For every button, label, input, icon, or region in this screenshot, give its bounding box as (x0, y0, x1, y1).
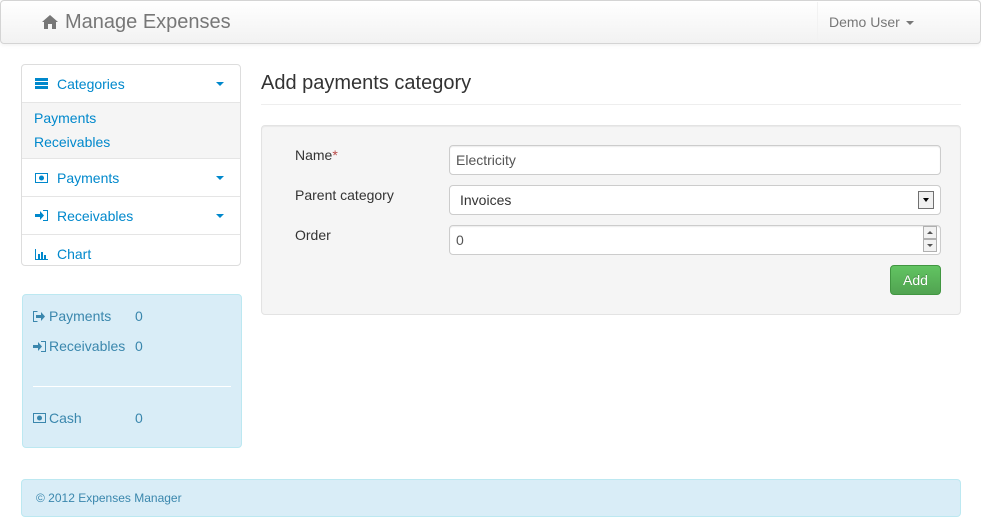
categories-submenu: Payments Receivables (22, 103, 240, 159)
stat-value: 0 (135, 338, 143, 354)
stat-payments: Payments 0 (33, 306, 143, 326)
sidebar-item-payments[interactable]: Payments (22, 159, 240, 197)
sidebar-item-label: Chart (57, 246, 92, 262)
sidebar-item-label: Payments (57, 169, 120, 186)
parent-category-value: Invoices (460, 192, 512, 208)
nav-divider (817, 2, 818, 43)
caret-down-icon (216, 82, 224, 86)
name-field[interactable] (449, 145, 941, 175)
brand-link[interactable]: Manage Expenses (41, 10, 231, 34)
sign-in-icon (35, 210, 51, 221)
page-title: Add payments category (261, 72, 472, 94)
sign-out-icon (33, 310, 49, 322)
category-form: Name* Parent category Invoices Order Add (261, 125, 961, 315)
parent-category-label: Parent category (295, 187, 394, 203)
name-label: Name* (295, 147, 338, 163)
order-field-wrap (262, 225, 960, 255)
stat-label: Payments (49, 308, 112, 324)
list-icon (35, 78, 51, 89)
user-name: Demo User (829, 14, 900, 30)
add-button[interactable]: Add (890, 265, 941, 295)
footer: © 2012 Expenses Manager (21, 479, 961, 517)
required-marker: * (332, 147, 338, 163)
name-label-text: Name (295, 147, 333, 163)
brand-title: Manage Expenses (65, 10, 231, 33)
dropdown-arrow-icon[interactable] (918, 191, 934, 209)
caret-down-icon (216, 176, 224, 180)
navbar: Manage Expenses Demo User (0, 0, 981, 44)
divider (33, 386, 231, 387)
stat-value: 0 (135, 410, 143, 426)
caret-down-icon (216, 214, 224, 218)
money-icon (35, 172, 51, 183)
bar-chart-icon (35, 248, 51, 260)
home-icon (42, 15, 58, 29)
order-field[interactable] (449, 225, 941, 255)
user-menu[interactable]: Demo User (829, 13, 914, 31)
parent-category-select[interactable]: Invoices (449, 185, 941, 215)
title-divider (261, 104, 961, 105)
stat-cash: Cash 0 (33, 408, 143, 428)
footer-text: © 2012 Expenses Manager (36, 491, 182, 505)
sign-in-icon (33, 340, 49, 352)
sidebar-item-categories[interactable]: Categories (22, 65, 240, 103)
stepper-down-icon[interactable] (923, 239, 937, 252)
stat-label: Receivables (49, 338, 126, 354)
money-icon (33, 413, 49, 423)
sidebar-menu: Categories Payments Receivables Payments… (21, 64, 241, 266)
stepper-up-icon[interactable] (923, 226, 937, 239)
submenu-item-payments[interactable]: Payments (34, 106, 240, 130)
balance-summary: Payments 0 Receivables 0 Cash 0 (22, 294, 242, 448)
stat-label: Cash (49, 410, 82, 426)
sidebar-item-label: Receivables (57, 207, 134, 224)
order-stepper[interactable] (923, 226, 937, 252)
caret-down-icon (905, 20, 914, 25)
stat-value: 0 (135, 308, 143, 324)
sidebar-item-chart[interactable]: Chart (22, 235, 240, 265)
sidebar-item-label: Categories (57, 75, 125, 92)
stat-receivables: Receivables 0 (33, 336, 143, 356)
sidebar-item-receivables[interactable]: Receivables (22, 197, 240, 235)
submenu-item-receivables[interactable]: Receivables (34, 130, 240, 154)
